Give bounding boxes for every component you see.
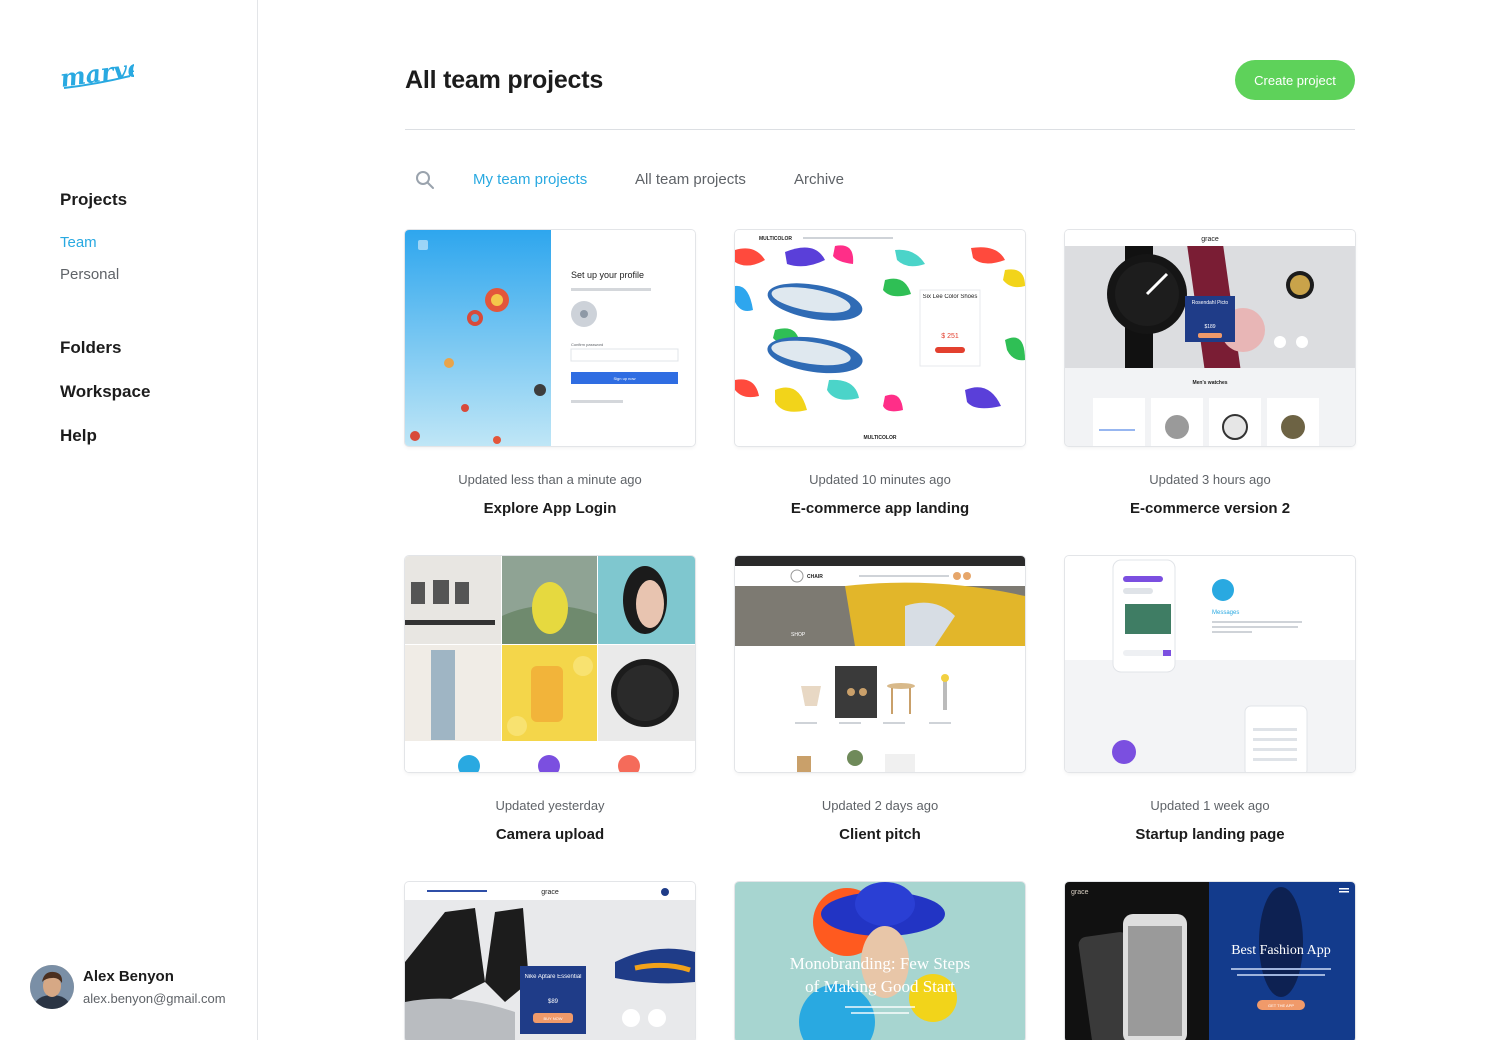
tab-all-team-projects[interactable]: All team projects (635, 171, 746, 188)
thumb-price: $ 251 (941, 333, 959, 340)
tab-my-team-projects[interactable]: My team projects (473, 171, 587, 188)
project-title[interactable]: Client pitch (735, 826, 1025, 843)
project-title[interactable]: Startup landing page (1065, 826, 1355, 843)
thumb-price: $89 (548, 999, 559, 1005)
thumb-product: Nike Aptare Essential (524, 974, 582, 980)
project-thumbnail[interactable]: Monobranding: Few Steps of Making Good S… (735, 882, 1025, 1040)
nav-folders[interactable]: Folders (60, 338, 121, 358)
sidebar: marvel Projects Team Personal Folders Wo… (0, 0, 258, 1040)
project-thumbnail[interactable]: grace Best Fashion App GET THE APP (1065, 882, 1355, 1040)
thumb-brand: MULTICOLOR (759, 236, 792, 242)
project-updated: Updated yesterday (495, 798, 605, 813)
project-thumbnail[interactable] (405, 556, 695, 772)
thumb-product: Six Lee Color Shoes (922, 294, 978, 300)
thumb-button: GET THE APP (1268, 1003, 1294, 1008)
nav-workspace[interactable]: Workspace (60, 382, 150, 402)
project-thumbnail[interactable]: Messages (1065, 556, 1355, 772)
project-updated: Updated 3 hours ago (1149, 472, 1271, 487)
project-updated: Updated 2 days ago (821, 798, 939, 813)
project-title[interactable]: Explore App Login (405, 500, 695, 517)
project-title[interactable]: E-commerce version 2 (1065, 500, 1355, 517)
marvel-logo[interactable]: marvel (58, 54, 134, 94)
nav-projects[interactable]: Projects (60, 190, 127, 210)
thumb-price: $189 (1204, 324, 1215, 330)
user-name: Alex Benyon (83, 968, 174, 985)
thumb-heading: Set up your profile (571, 270, 644, 280)
thumb-brand: grace (1071, 889, 1089, 896)
thumb-brand: CHAIR (807, 574, 823, 580)
thumb-field-label: Confirm password (571, 342, 603, 347)
tab-archive[interactable]: Archive (794, 171, 844, 188)
thumb-brand: grace (541, 889, 559, 896)
thumb-brand-footer: MULTICOLOR (864, 435, 897, 441)
project-updated: Updated 10 minutes ago (809, 472, 951, 487)
thumb-section: Men's watches (1192, 380, 1227, 386)
search-icon[interactable] (415, 170, 435, 190)
project-title[interactable]: Camera upload (405, 826, 695, 843)
nav-item-team[interactable]: Team (60, 234, 97, 251)
nav-item-personal[interactable]: Personal (60, 266, 119, 283)
create-project-button[interactable]: Create project (1235, 60, 1355, 100)
thumb-headline: Best Fashion App (1231, 943, 1331, 958)
thumb-headline-line1: Monobranding: Few Steps (790, 954, 970, 973)
project-title[interactable]: E-commerce app landing (735, 500, 1025, 517)
project-updated: Updated less than a minute ago (458, 472, 642, 487)
thumb-label: Messages (1212, 610, 1239, 616)
thumb-button: Sign up now (613, 376, 635, 381)
user-email: alex.benyon@gmail.com (83, 991, 226, 1006)
project-thumbnail[interactable]: grace Nike Aptare Essential $89 BUY NOW (405, 882, 695, 1040)
project-thumbnail[interactable]: CHAIR SHOP (735, 556, 1025, 772)
project-updated: Updated 1 week ago (1150, 798, 1270, 813)
thumb-product: Rosendahl Picto (1191, 300, 1229, 306)
thumb-headline-line2: of Making Good Start (805, 977, 955, 996)
thumb-banner: SHOP (791, 632, 806, 638)
header-divider (405, 129, 1355, 130)
user-profile[interactable]: Alex Benyon alex.benyon@gmail.com (30, 965, 252, 1009)
project-thumbnail[interactable]: grace Rosendahl Picto $189 Men's watches (1065, 230, 1355, 446)
thumb-brand: grace (1201, 236, 1219, 243)
nav-help[interactable]: Help (60, 426, 97, 446)
page-title: All team projects (405, 66, 604, 94)
project-thumbnail[interactable]: Set up your profile Confirm password Sig… (405, 230, 695, 446)
avatar (30, 965, 74, 1009)
project-thumbnail[interactable]: MULTICOLOR Six Lee Color Shoes $ 251 MUL… (735, 230, 1025, 446)
thumb-button: BUY NOW (543, 1016, 562, 1021)
